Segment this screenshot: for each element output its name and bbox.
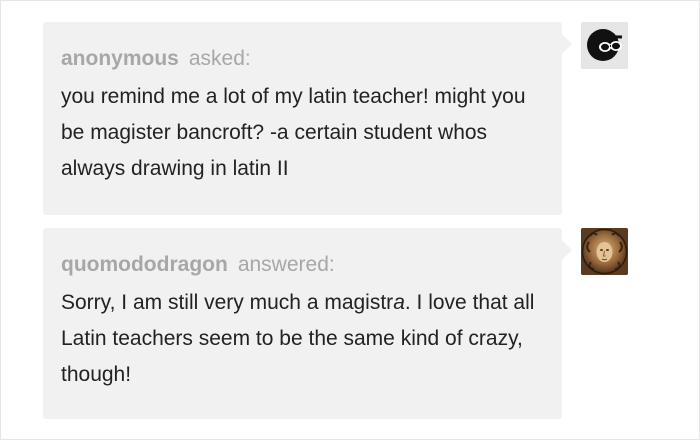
answer-text-italic: a [393,291,405,314]
answer-text-before: Sorry, I am still very much a magistr [61,291,394,314]
answer-text: Sorry, I am still very much a magistra. … [61,285,544,393]
answer-header: quomododragon answered: [61,251,544,279]
question-text: you remind me a lot of my latin teacher!… [61,85,526,180]
medusa-medallion-avatar-icon[interactable] [581,228,628,275]
answer-bubble: quomododragon answered: Sorry, I am still… [43,228,572,419]
question-verb: asked: [188,47,251,70]
answer-verb: answered: [237,253,335,276]
answer-username[interactable]: quomododragon [61,253,228,276]
anonymous-sunglasses-avatar-icon[interactable] [581,22,628,69]
question-header: anonymous asked: [61,45,544,73]
question-username[interactable]: anonymous [61,47,179,70]
question-bubble: anonymous asked: you remind me a lot of m… [43,22,572,215]
